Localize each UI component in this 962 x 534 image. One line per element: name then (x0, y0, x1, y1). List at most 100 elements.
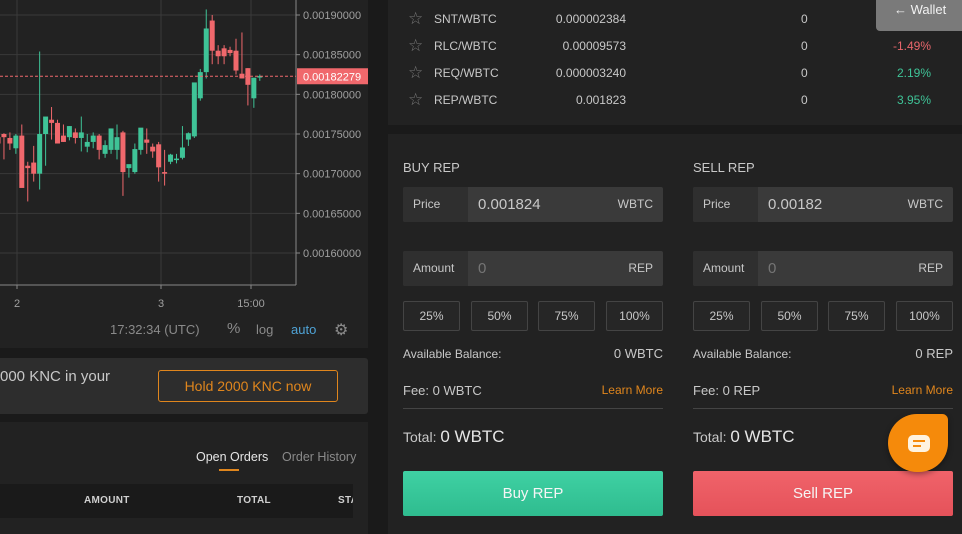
star-icon[interactable]: ☆ (408, 63, 423, 83)
star-icon[interactable]: ☆ (408, 9, 423, 29)
sell-amount-field[interactable]: Amount REP (693, 251, 953, 286)
candle-down (31, 162, 37, 174)
auto-scale-button[interactable]: auto (291, 322, 316, 337)
learn-more-link[interactable]: Learn More (602, 383, 663, 397)
candle-down (0, 137, 1, 144)
total-label: Total: (403, 429, 437, 445)
candle-down (72, 132, 78, 138)
candle-down (215, 50, 221, 57)
y-tick-label: 0.00170000 (303, 169, 361, 181)
candle-down (25, 165, 31, 169)
candle-up (102, 145, 108, 154)
candle-down (60, 135, 66, 142)
available-balance-value: 0 WBTC (613, 346, 663, 361)
candle-down (1, 134, 7, 138)
pair-change: -1.49% (892, 39, 931, 53)
pair-row[interactable]: ☆ RLC/WBTC 0.00009573 0 -1.49% (388, 33, 962, 59)
promo-text: 000 KNC in your (0, 368, 111, 385)
total-value: 0 WBTC (440, 427, 505, 446)
tab-order-history[interactable]: Order History (282, 450, 356, 464)
price-unit: WBTC (907, 197, 943, 211)
candle-down (221, 48, 227, 57)
candle-up (132, 149, 138, 173)
current-price-label: 0.00182279 (303, 71, 361, 83)
sell-button[interactable]: Sell REP (693, 471, 953, 516)
chart-toolbar: 17:32:34 (UTC) % log auto ⚙ (0, 318, 368, 342)
sell-form: SELL REP Price WBTC Amount REP 25% 50% 7… (693, 134, 953, 534)
wallet-toggle-button[interactable]: ← Wallet (876, 0, 962, 31)
candle-down (7, 137, 13, 144)
x-tick-label: 15:00 (237, 298, 265, 310)
amount-unit: REP (918, 261, 943, 275)
y-tick-label: 0.00180000 (303, 89, 361, 101)
sell-75-percent-button[interactable]: 75% (828, 301, 885, 331)
amount-label: Amount (403, 251, 468, 286)
buy-50-percent-button[interactable]: 50% (471, 301, 528, 331)
star-icon[interactable]: ☆ (408, 36, 423, 56)
buy-25-percent-button[interactable]: 25% (403, 301, 460, 331)
y-tick-label: 0.00190000 (303, 10, 361, 22)
sell-25-percent-button[interactable]: 25% (693, 301, 750, 331)
learn-more-link[interactable]: Learn More (892, 383, 953, 397)
buy-amount-input[interactable] (478, 251, 608, 286)
trade-panel: BUY REP Price WBTC Amount REP 25% 50% 75… (388, 134, 962, 534)
candle-down (162, 172, 168, 174)
candle-down (227, 49, 233, 54)
amount-label: Amount (693, 251, 758, 286)
buy-75-percent-button[interactable]: 75% (538, 301, 595, 331)
amount-unit: REP (628, 261, 653, 275)
candle-up (13, 135, 19, 149)
buy-amount-field[interactable]: Amount REP (403, 251, 663, 286)
candle-down (144, 139, 150, 143)
buy-button[interactable]: Buy REP (403, 471, 663, 516)
column-amount: AMOUNT (84, 495, 130, 506)
log-scale-button[interactable]: log (256, 322, 273, 337)
candle-up (114, 137, 120, 150)
candle-up (66, 126, 72, 138)
column-status: STATUS (338, 495, 353, 506)
tab-open-orders[interactable]: Open Orders (196, 450, 268, 464)
hold-knc-button[interactable]: Hold 2000 KNC now (158, 370, 338, 402)
candle-up (90, 135, 96, 142)
y-tick-label: 0.00160000 (303, 248, 361, 260)
sell-50-percent-button[interactable]: 50% (761, 301, 818, 331)
pair-row[interactable]: ☆ REQ/WBTC 0.000003240 0 2.19% (388, 60, 962, 86)
chat-icon (908, 435, 930, 452)
star-icon[interactable]: ☆ (408, 90, 423, 110)
sell-price-input[interactable] (768, 187, 898, 222)
y-tick-label: 0.00185000 (303, 50, 361, 62)
candle-down (150, 146, 156, 152)
y-tick-label: 0.00175000 (303, 129, 361, 141)
pair-row[interactable]: ☆ REP/WBTC 0.001823 0 3.95% (388, 87, 962, 113)
pair-volume: 0 (801, 66, 808, 80)
sell-total: Total: 0 WBTC (693, 427, 795, 447)
total-value: 0 WBTC (730, 427, 795, 446)
pair-price: 0.00009573 (562, 39, 626, 53)
candle-up (138, 127, 144, 150)
pair-volume: 0 (801, 12, 808, 26)
divider (693, 408, 953, 409)
buy-price-input[interactable] (478, 187, 608, 222)
chat-launcher-button[interactable] (888, 414, 948, 472)
candle-up (78, 132, 84, 138)
utc-time-readout: 17:32:34 (UTC) (110, 322, 200, 337)
buy-100-percent-button[interactable]: 100% (606, 301, 663, 331)
percent-scale-button[interactable]: % (227, 320, 240, 337)
candlestick-chart[interactable]: 0.00190000 0.00185000 0.00180000 0.00175000… (0, 0, 368, 318)
pair-volume: 0 (801, 93, 808, 107)
candle-up (126, 164, 132, 169)
candle-up (108, 128, 114, 150)
x-tick-label: 3 (158, 298, 164, 310)
sell-amount-input[interactable] (768, 251, 898, 286)
sell-price-field[interactable]: Price WBTC (693, 187, 953, 222)
fee-text: Fee: 0 WBTC (403, 383, 482, 398)
price-label: Price (403, 187, 468, 222)
gear-icon[interactable]: ⚙ (334, 320, 348, 340)
buy-percent-buttons: 25% 50% 75% 100% (403, 301, 663, 331)
price-chart-panel: 0.00190000 0.00185000 0.00180000 0.00175000… (0, 0, 368, 348)
buy-price-field[interactable]: Price WBTC (403, 187, 663, 222)
candle-up (37, 134, 43, 174)
sell-100-percent-button[interactable]: 100% (896, 301, 953, 331)
candle-down (120, 132, 126, 173)
pair-name: RLC/WBTC (434, 39, 497, 53)
